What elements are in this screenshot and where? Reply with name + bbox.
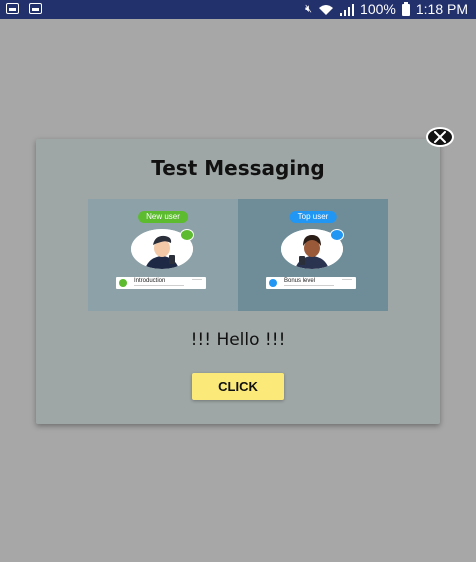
dialog-title: Test Messaging — [151, 156, 325, 180]
card-time — [192, 279, 202, 280]
bonus-level-card: Bonus level — [266, 277, 356, 289]
card-label: Bonus level — [284, 278, 316, 284]
status-notifications — [6, 3, 42, 14]
new-user-pill: New user — [138, 211, 188, 223]
hero-image: New user Introduction Top user Bonus lev… — [88, 199, 388, 311]
signal-icon — [340, 3, 355, 16]
top-user-bell-icon — [330, 229, 344, 241]
click-button[interactable]: CLICK — [192, 373, 284, 400]
mute-icon: 🔇︎ — [305, 3, 313, 15]
dialog-message: !!! Hello !!! — [190, 330, 286, 350]
message-dialog: Test Messaging New user Introduction Top… — [36, 139, 440, 424]
card-label: Introduction — [134, 278, 166, 284]
close-icon[interactable] — [426, 127, 454, 147]
status-system: 🔇︎ 100% 1:18 PM — [305, 1, 468, 18]
card-time — [342, 279, 352, 280]
wifi-icon — [319, 4, 334, 15]
image-notification-icon — [6, 3, 19, 14]
top-user-pill: Top user — [289, 211, 337, 223]
clock: 1:18 PM — [415, 1, 468, 17]
card-bell-icon — [119, 279, 127, 287]
news-notification-icon — [29, 3, 42, 14]
card-bell-icon — [269, 279, 277, 287]
new-user-bell-icon — [180, 229, 194, 241]
card-subline — [134, 285, 184, 286]
battery-icon — [401, 1, 410, 16]
introduction-card: Introduction — [116, 277, 206, 289]
battery-percent: 100% — [360, 1, 396, 17]
hero-panel-top-user: Top user Bonus level — [238, 199, 388, 311]
hero-panel-new-user: New user Introduction — [88, 199, 238, 311]
status-bar: 🔇︎ 100% 1:18 PM — [0, 0, 476, 19]
card-subline — [284, 285, 334, 286]
